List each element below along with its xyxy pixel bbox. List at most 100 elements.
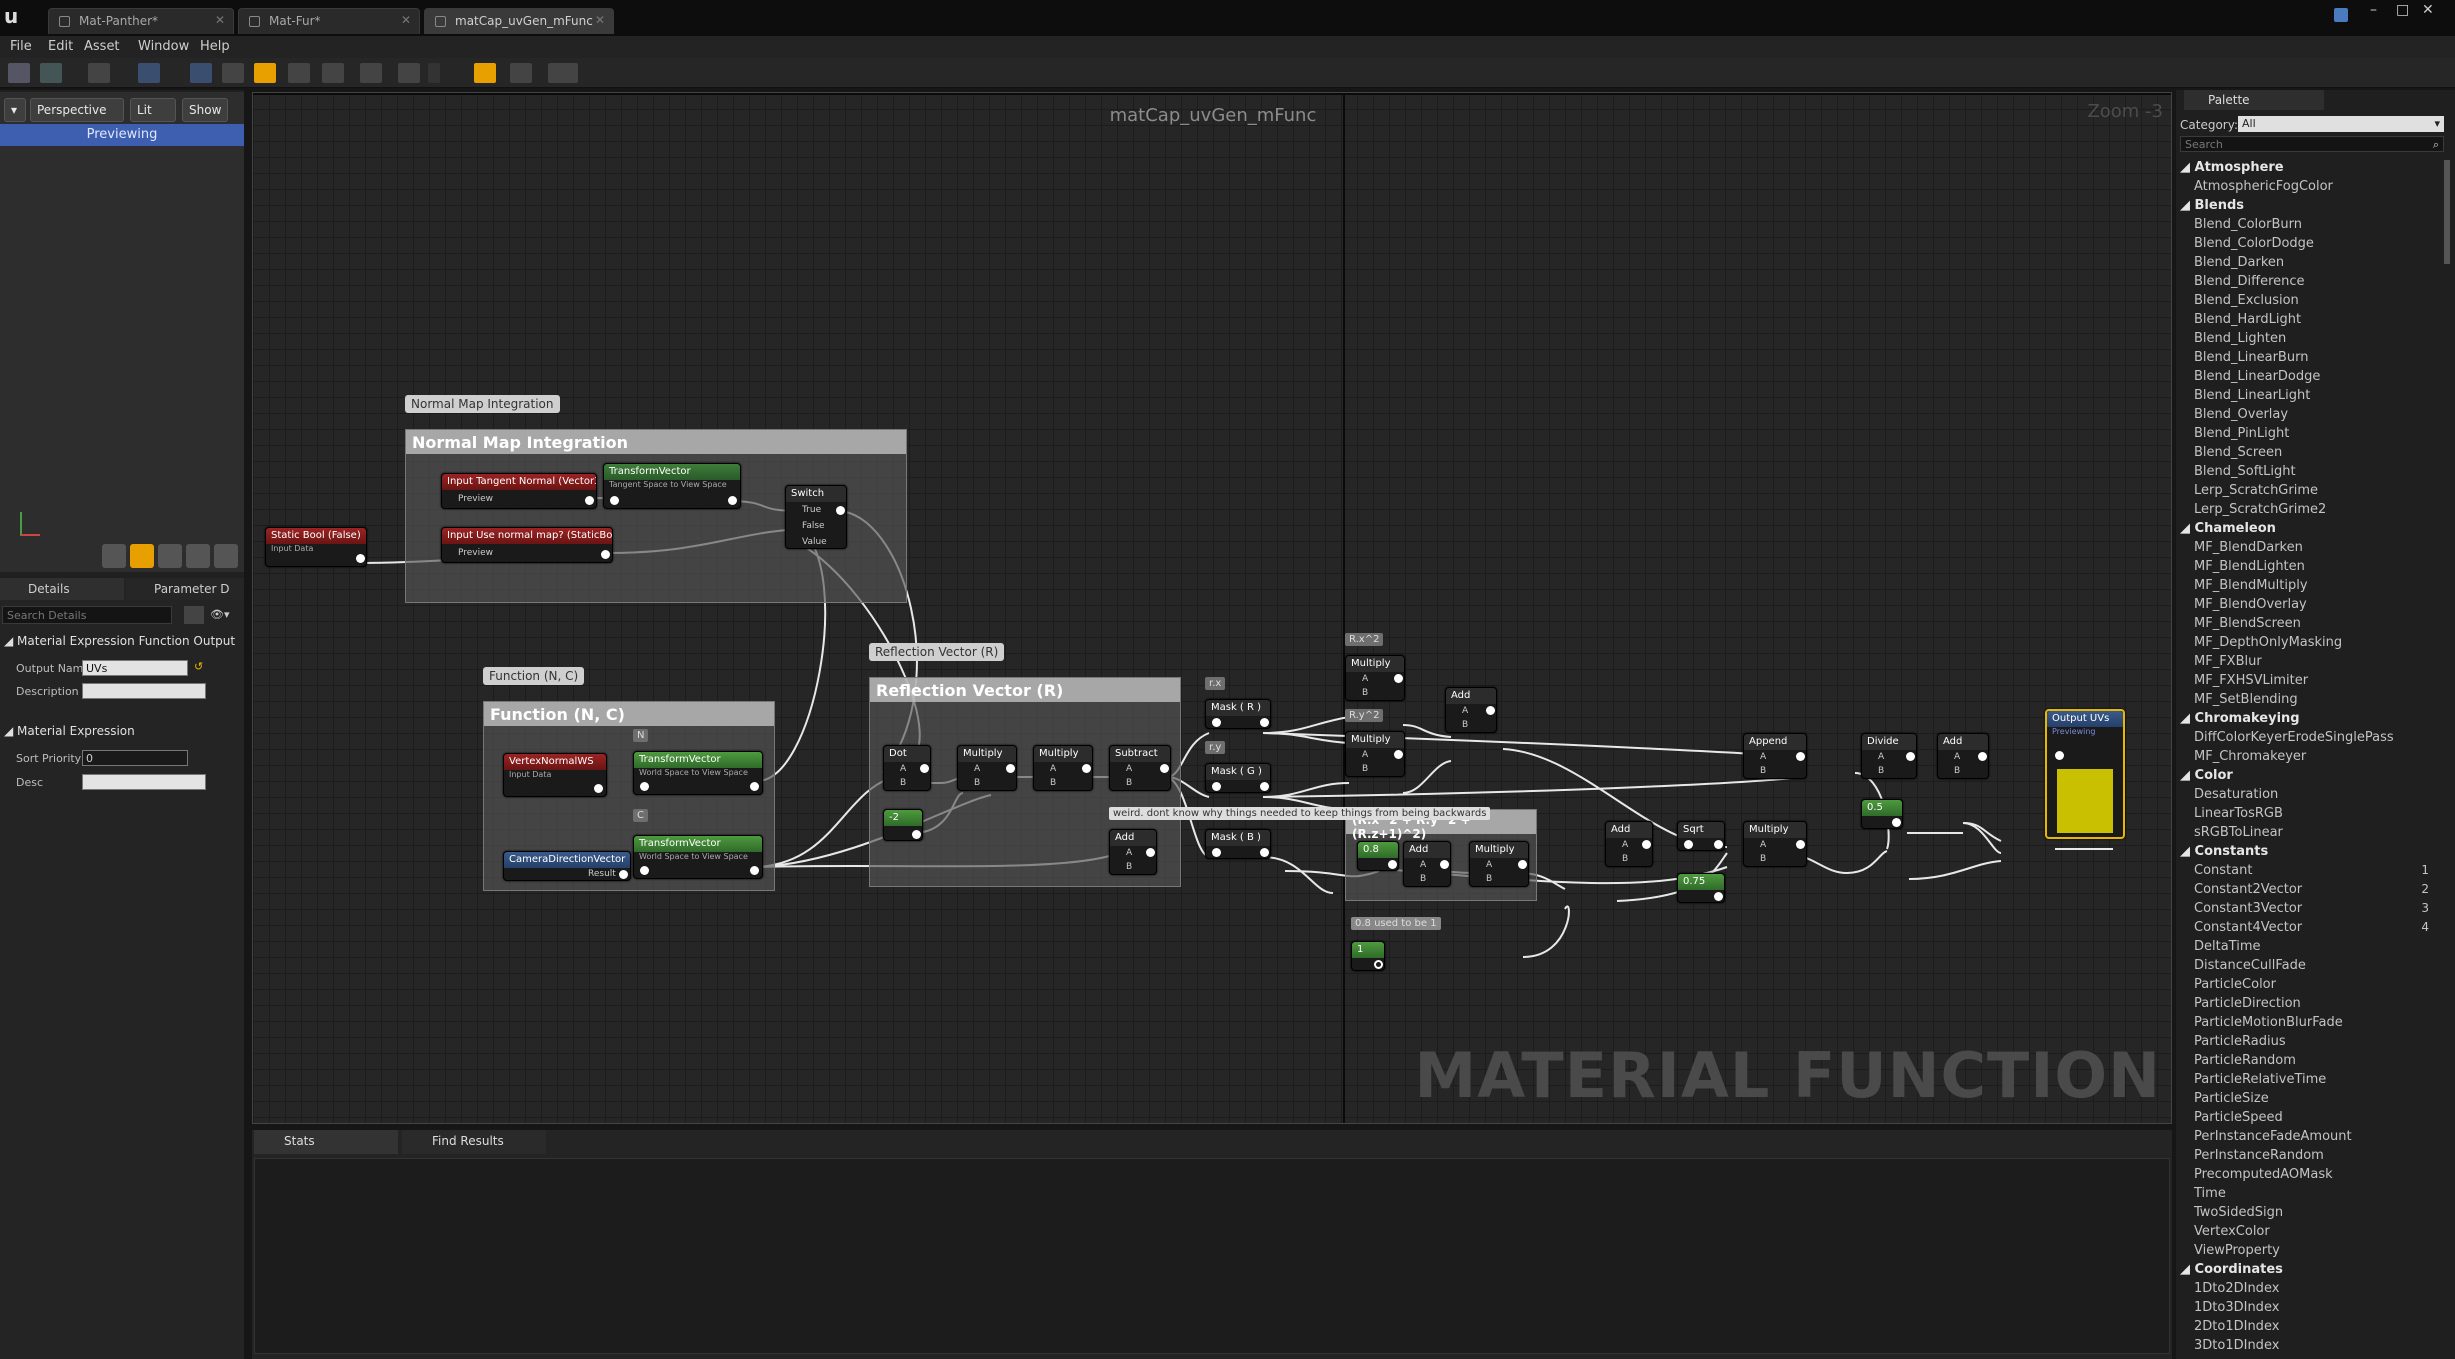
palette-item[interactable]: MF_DepthOnlyMasking: [2194, 635, 2342, 650]
platform-stats-icon[interactable]: [510, 63, 532, 83]
palette-item[interactable]: ParticleRandom: [2194, 1053, 2296, 1068]
input-pin[interactable]: [1212, 848, 1221, 857]
node-mask-g[interactable]: Mask ( G ): [1205, 763, 1271, 793]
palette-item[interactable]: MF_BlendOverlay: [2194, 597, 2307, 612]
palette-item[interactable]: Constant3Vector: [2194, 901, 2302, 916]
node-subtract[interactable]: Subtract A B: [1109, 745, 1171, 791]
palette-item[interactable]: Blend_Lighten: [2194, 331, 2286, 346]
palette-item[interactable]: Blend_Difference: [2194, 274, 2305, 289]
cube-icon[interactable]: [186, 544, 210, 568]
cylinder-icon[interactable]: [102, 544, 126, 568]
minimize-icon[interactable]: –: [2370, 2, 2377, 18]
output-pin[interactable]: [1796, 752, 1805, 761]
find-in-cb-icon[interactable]: [138, 63, 160, 83]
output-pin[interactable]: [594, 784, 603, 793]
palette-item[interactable]: ParticleSize: [2194, 1091, 2269, 1106]
tab-details[interactable]: Details: [0, 578, 124, 600]
palette-item[interactable]: VertexColor: [2194, 1224, 2270, 1239]
close-icon[interactable]: ✕: [595, 13, 605, 27]
label-rx[interactable]: r.x: [1205, 677, 1226, 690]
output-pin[interactable]: [1146, 848, 1155, 857]
tab-find-results[interactable]: Find Results: [402, 1130, 546, 1154]
node-const-1[interactable]: 1: [1351, 941, 1385, 971]
node-multiply-z[interactable]: Multiply A B: [1469, 841, 1529, 887]
palette-category[interactable]: ◢ Color: [2180, 768, 2233, 783]
palette-item[interactable]: ViewProperty: [2194, 1243, 2280, 1258]
grid-view-icon[interactable]: [184, 606, 204, 624]
output-pin[interactable]: [1388, 860, 1397, 869]
output-pin[interactable]: [920, 764, 929, 773]
output-pin[interactable]: [1260, 848, 1269, 857]
palette-item[interactable]: Constant4Vector: [2194, 920, 2302, 935]
section-function-output[interactable]: ◢ Material Expression Function Output: [4, 634, 235, 648]
palette-item[interactable]: Blend_LinearDodge: [2194, 369, 2320, 384]
node-sqrt[interactable]: Sqrt: [1677, 821, 1725, 851]
comment-bubble[interactable]: Function (N, C): [483, 667, 585, 685]
input-pin[interactable]: [1684, 840, 1693, 849]
palette-item[interactable]: Blend_SoftLight: [2194, 464, 2296, 479]
node-input-tangent-normal[interactable]: Input Tangent Normal (Vector3) Preview: [441, 473, 597, 509]
node-switch[interactable]: Switch True False Value: [785, 485, 847, 549]
palette-item[interactable]: ParticleDirection: [2194, 996, 2301, 1011]
label-ry[interactable]: r.y: [1205, 741, 1226, 754]
palette-item[interactable]: MF_Chromakeyer: [2194, 749, 2306, 764]
close-window-icon[interactable]: ✕: [2422, 2, 2434, 18]
palette-item[interactable]: DeltaTime: [2194, 939, 2261, 954]
tab-matcap-uvgen[interactable]: matCap_uvGen_mFunc ✕: [424, 8, 614, 34]
details-search-input[interactable]: Search Details: [2, 606, 172, 624]
comment-bubble[interactable]: Normal Map Integration: [405, 395, 560, 413]
output-pin[interactable]: [619, 870, 628, 879]
palette-category[interactable]: ◢ Constants: [2180, 844, 2268, 859]
output-pin[interactable]: [356, 554, 365, 563]
menu-asset[interactable]: Asset: [84, 39, 120, 54]
palette-item[interactable]: Blend_Overlay: [2194, 407, 2288, 422]
viewport-menu-button[interactable]: ▾: [4, 98, 26, 122]
palette-item[interactable]: MF_BlendDarken: [2194, 540, 2303, 555]
output-pin[interactable]: [1642, 840, 1651, 849]
teapot-icon[interactable]: [214, 544, 238, 568]
preview-viewport[interactable]: ▾ Perspective Lit Show: [0, 92, 244, 572]
node-add-final[interactable]: Add A B: [1937, 733, 1989, 779]
input-pin[interactable]: [1212, 718, 1221, 727]
node-divide[interactable]: Divide A B: [1861, 733, 1917, 779]
section-material-expression[interactable]: ◢ Material Expression: [4, 724, 135, 738]
menu-window[interactable]: Window: [138, 39, 189, 54]
palette-item[interactable]: Constant: [2194, 863, 2252, 878]
plane-icon[interactable]: [158, 544, 182, 568]
label-used-to-be[interactable]: 0.8 used to be 1: [1351, 917, 1441, 930]
node-add-z[interactable]: Add A B: [1403, 841, 1451, 887]
eye-icon[interactable]: 👁▾: [210, 608, 238, 622]
output-pin[interactable]: [1796, 840, 1805, 849]
browse-icon[interactable]: [40, 63, 62, 83]
output-pin[interactable]: [1892, 818, 1901, 827]
node-const-0-8[interactable]: 0.8: [1357, 841, 1399, 871]
palette-item[interactable]: PrecomputedAOMask: [2194, 1167, 2333, 1182]
tab-parameter-defaults[interactable]: Parameter D: [126, 578, 244, 600]
stats-icon[interactable]: [474, 63, 496, 83]
palette-item[interactable]: Lerp_ScratchGrime2: [2194, 502, 2326, 517]
menu-file[interactable]: File: [10, 39, 32, 54]
node-transform-vector-n[interactable]: TransformVector World Space to View Space: [633, 751, 763, 795]
live-update-icon[interactable]: [360, 63, 382, 83]
palette-item[interactable]: 1Dto3DIndex: [2194, 1300, 2279, 1315]
tab-mat-panther[interactable]: Mat-Panther* ✕: [48, 8, 234, 34]
node-append[interactable]: Append A B: [1743, 733, 1807, 779]
output-pin[interactable]: [836, 506, 845, 515]
output-pin[interactable]: [1260, 782, 1269, 791]
node-add-sum[interactable]: Add A B: [1605, 821, 1653, 867]
palette-category[interactable]: ◢ Chameleon: [2180, 521, 2276, 536]
output-pin[interactable]: [1518, 860, 1527, 869]
apply-icon[interactable]: [88, 63, 110, 83]
clean-up-icon[interactable]: [222, 63, 244, 83]
input-pin[interactable]: [2055, 751, 2064, 760]
palette-scrollbar[interactable]: [2444, 160, 2450, 264]
tab-palette[interactable]: Palette: [2184, 90, 2324, 110]
output-pin[interactable]: [1440, 860, 1449, 869]
bookmark-icon[interactable]: [2334, 8, 2348, 22]
live-nodes-icon[interactable]: [322, 63, 344, 83]
node-camera-direction[interactable]: CameraDirectionVector Result: [503, 851, 631, 881]
node-multiply-2[interactable]: Multiply A B: [1033, 745, 1093, 791]
output-pin[interactable]: [1260, 718, 1269, 727]
node-add-r[interactable]: Add A B: [1109, 829, 1157, 875]
live-preview-icon[interactable]: [288, 63, 310, 83]
